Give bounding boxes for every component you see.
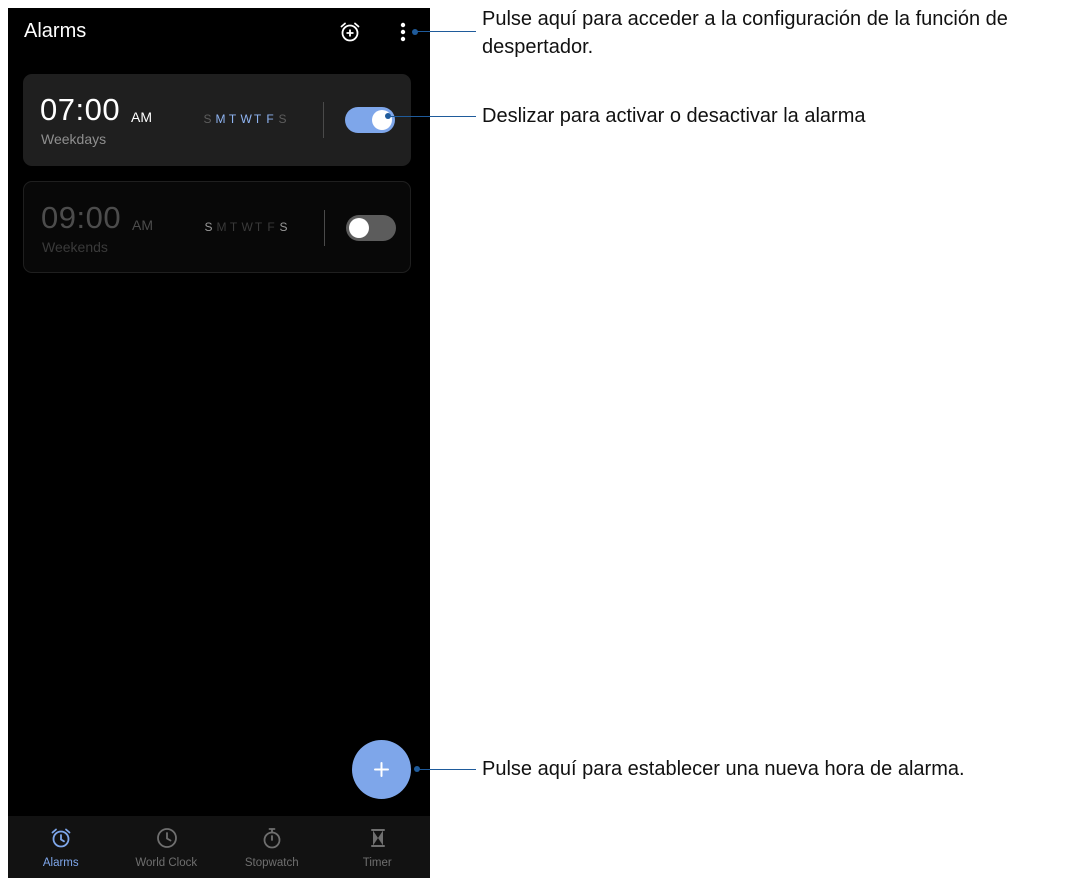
app-header: Alarms — [8, 8, 430, 58]
alarm-ampm: AM — [132, 217, 153, 233]
add-alarm-button[interactable] — [352, 740, 411, 799]
day-sunday: S — [203, 112, 212, 126]
alarm-card[interactable]: 07:00 AM Weekdays S M T W T F S — [23, 74, 411, 166]
day-friday: F — [267, 220, 275, 234]
day-thursday: T — [254, 220, 263, 234]
alarm-days: S M T W T F S — [204, 220, 288, 234]
more-options-icon[interactable] — [394, 20, 412, 44]
divider — [324, 210, 325, 246]
add-alarm-icon[interactable] — [338, 20, 362, 44]
phone-screen: Alarms 07:00 AM Weekdays S M T W T F S 0… — [8, 8, 430, 878]
plus-icon — [374, 762, 389, 777]
divider — [323, 102, 324, 138]
day-wednesday: W — [241, 220, 253, 234]
hourglass-icon — [370, 829, 385, 847]
tab-stopwatch[interactable]: Stopwatch — [219, 816, 325, 878]
alarm-card[interactable]: 09:00 AM Weekends S M T W T F S — [23, 181, 411, 273]
day-monday: M — [216, 220, 227, 234]
alarm-ampm: AM — [131, 109, 152, 125]
alarm-time: 09:00 — [41, 200, 122, 235]
tab-label: World Clock — [135, 857, 198, 869]
day-tuesday: T — [228, 112, 237, 126]
stopwatch-icon — [263, 828, 281, 849]
callout-line — [390, 116, 476, 117]
tab-alarms[interactable]: Alarms — [8, 816, 114, 878]
toggle-knob — [349, 218, 369, 238]
callout-settings-text: Pulse aquí para acceder a la configuraci… — [482, 8, 1008, 58]
callout-line — [418, 769, 476, 770]
tab-label: Timer — [362, 857, 392, 869]
day-tuesday: T — [229, 220, 238, 234]
alarm-toggle[interactable] — [345, 107, 395, 133]
alarm-label: Weekends — [42, 239, 108, 255]
callout-toggle-text: Deslizar para activar o desactivar la al… — [482, 105, 866, 127]
day-thursday: T — [253, 112, 262, 126]
tab-label: Stopwatch — [244, 857, 299, 869]
alarm-label: Weekdays — [41, 131, 107, 147]
alarm-time: 07:00 — [40, 92, 121, 127]
day-saturday: S — [279, 220, 288, 234]
tab-world-clock[interactable]: World Clock — [114, 816, 220, 878]
bottom-navigation: Alarms World Clock Stopwatch Timer — [8, 816, 430, 878]
alarm-days: S M T W T F S — [203, 112, 287, 126]
day-monday: M — [215, 112, 226, 126]
day-saturday: S — [278, 112, 287, 126]
callout-line — [416, 31, 476, 32]
day-wednesday: W — [240, 112, 252, 126]
tab-label: Alarms — [42, 857, 79, 869]
tab-timer[interactable]: Timer — [325, 816, 431, 878]
clock-icon — [156, 828, 177, 848]
callout-dot — [412, 29, 418, 35]
alarm-clock-icon — [51, 828, 71, 848]
day-friday: F — [266, 112, 274, 126]
callout-add-text: Pulse aquí para establecer una nueva hor… — [482, 758, 965, 780]
day-sunday: S — [204, 220, 213, 234]
page-title: Alarms — [24, 20, 87, 42]
alarm-toggle[interactable] — [346, 215, 396, 241]
